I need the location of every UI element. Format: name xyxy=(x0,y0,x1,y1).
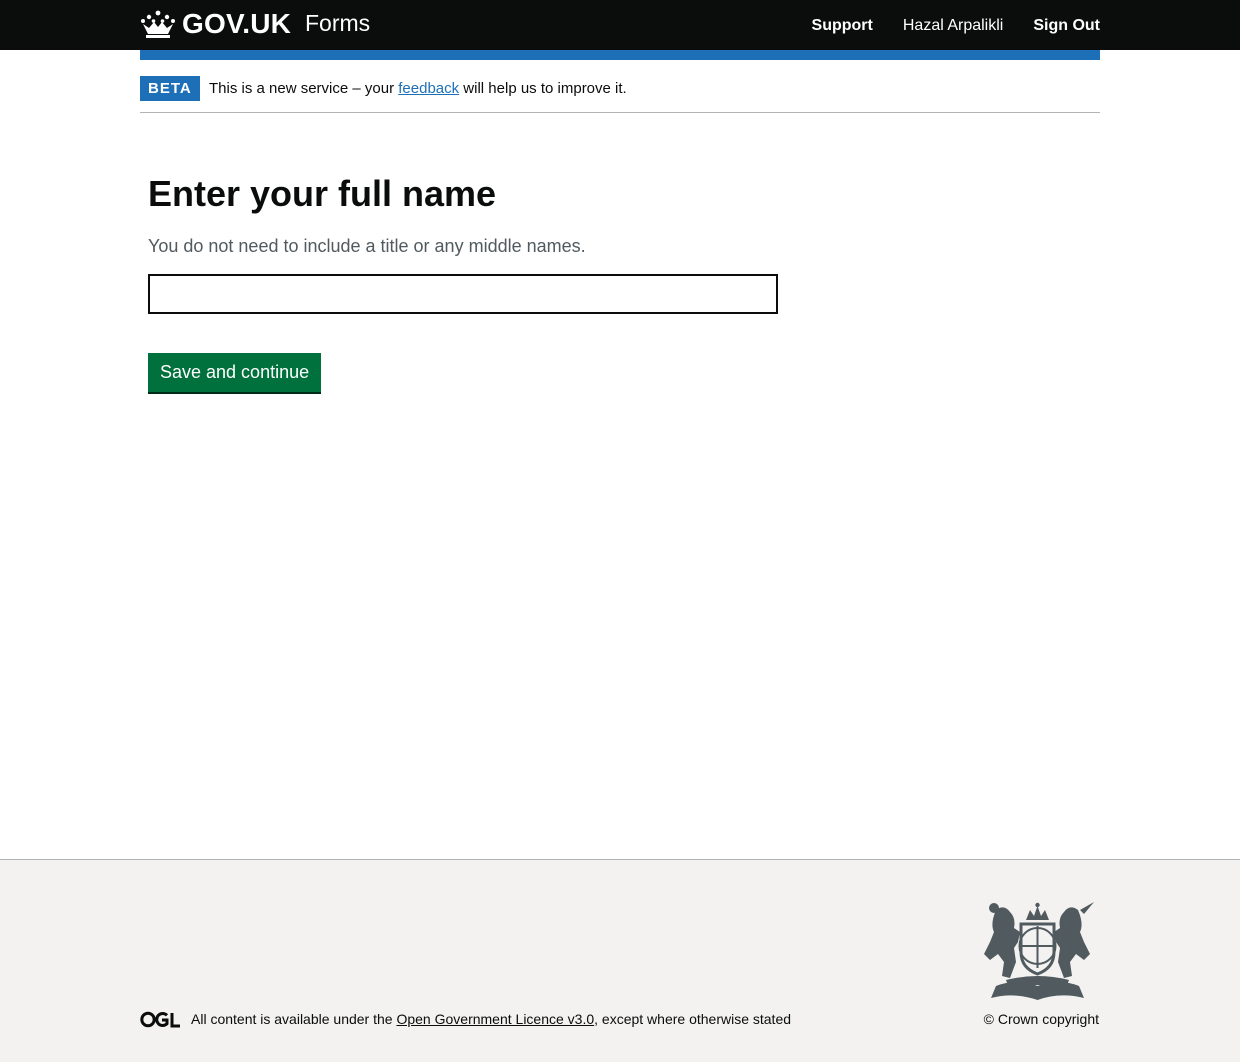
govuk-logo-text: GOV.UK xyxy=(182,8,292,39)
phase-banner-text: This is a new service – your feedback wi… xyxy=(209,80,627,98)
licence-text: All content is available under the Open … xyxy=(191,1010,791,1028)
page-title: Enter your full name xyxy=(148,173,497,214)
crown-icon xyxy=(141,10,175,38)
nav-sign-out-link[interactable]: Sign Out xyxy=(1033,17,1100,35)
phase-text-after: will help us to improve it. xyxy=(459,80,627,97)
full-name-input[interactable] xyxy=(148,274,778,314)
open-government-licence-link[interactable]: Open Government Licence v3.0 xyxy=(396,1011,594,1027)
phase-banner: BETA This is a new service – your feedba… xyxy=(140,76,1100,113)
save-and-continue-button[interactable]: Save and continue xyxy=(148,353,322,392)
govuk-home-link[interactable]: GOV.UK xyxy=(140,7,291,41)
header-blue-bar xyxy=(140,50,1100,60)
royal-coat-of-arms xyxy=(984,902,1094,1000)
header-container: GOV.UK Forms Support Hazal Arpalikli Sig… xyxy=(140,0,1100,50)
site-footer: All content is available under the Open … xyxy=(0,859,1240,1062)
site-header: GOV.UK Forms Support Hazal Arpalikli Sig… xyxy=(0,0,1240,50)
feedback-link[interactable]: feedback xyxy=(398,80,459,97)
field-hint: You do not need to include a title or an… xyxy=(148,236,586,256)
beta-tag: BETA xyxy=(140,76,200,101)
nav-user-link[interactable]: Hazal Arpalikli xyxy=(903,17,1003,35)
phase-text-before: This is a new service – your xyxy=(209,80,399,97)
licence-text-after: , except where otherwise stated xyxy=(594,1011,792,1027)
licence-text-before: All content is available under the xyxy=(191,1011,397,1027)
header-navigation: Support Hazal Arpalikli Sign Out xyxy=(812,17,1100,35)
service-name-link[interactable]: Forms xyxy=(305,10,370,36)
ogl-logo xyxy=(140,1011,180,1028)
nav-support-link[interactable]: Support xyxy=(812,17,873,35)
crown-copyright-link[interactable]: © Crown copyright xyxy=(984,1010,1099,1028)
